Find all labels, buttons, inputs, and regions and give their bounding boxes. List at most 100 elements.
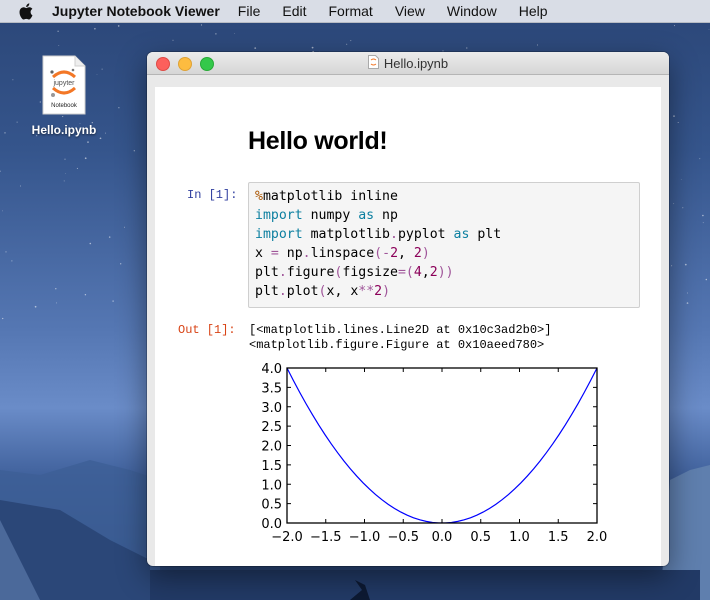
star [5, 251, 7, 253]
star [99, 137, 102, 140]
x-tick-label: 1.5 [548, 530, 569, 545]
y-tick-label: 1.5 [261, 459, 282, 474]
star [105, 132, 107, 134]
star [4, 132, 6, 134]
star [172, 39, 174, 41]
desktop-file-hello-ipynb[interactable]: jupyter Notebook Hello.ipynb [26, 55, 102, 137]
y-tick-label: 3.0 [261, 401, 282, 416]
code-line: %matplotlib inline [255, 189, 398, 204]
star [674, 25, 675, 27]
star [65, 173, 67, 174]
star [133, 150, 135, 152]
star [16, 121, 18, 123]
star [124, 226, 125, 228]
star [311, 46, 314, 49]
star [680, 178, 682, 180]
star [466, 47, 468, 49]
star [58, 45, 60, 46]
code-line: x = np.linspace(-2, 2) [255, 246, 430, 261]
star [87, 141, 89, 143]
window-title: Hello.ipynb [383, 55, 449, 71]
svg-text:Notebook: Notebook [51, 103, 78, 109]
minimize-button[interactable] [178, 57, 192, 71]
y-tick-label: 2.0 [261, 440, 282, 455]
menu-format[interactable]: Format [328, 3, 372, 19]
apple-logo-icon[interactable] [19, 2, 35, 20]
code-line: import matplotlib.pyplot as plt [255, 227, 502, 242]
star [112, 300, 114, 302]
x-tick-label: −0.5 [387, 530, 419, 545]
y-tick-label: 4.0 [261, 362, 282, 377]
star [76, 167, 78, 169]
menu-edit[interactable]: Edit [282, 3, 306, 19]
output-prompt: Out [1]: [178, 323, 236, 337]
star [56, 302, 57, 304]
y-tick-label: 0.0 [261, 517, 282, 532]
notebook-window: Hello.ipynb Hello world! In [1]: %matplo… [147, 52, 669, 566]
star [64, 158, 66, 160]
star [673, 115, 675, 117]
code-cell-input[interactable]: %matplotlib inline import numpy as np impo… [248, 182, 640, 308]
star [118, 107, 120, 109]
x-tick-label: −2.0 [271, 530, 303, 545]
svg-text:jupyter: jupyter [52, 80, 75, 87]
maximize-button[interactable] [200, 57, 214, 71]
menu-file[interactable]: File [238, 3, 261, 19]
star [702, 214, 704, 217]
jupyter-notebook-file-icon: jupyter Notebook [42, 55, 86, 115]
x-tick-label: 1.0 [509, 530, 530, 545]
star [108, 236, 111, 238]
menu-window[interactable]: Window [447, 3, 497, 19]
x-tick-label: 0.0 [432, 530, 453, 545]
series-line [286, 367, 598, 524]
close-button[interactable] [156, 57, 170, 71]
notebook-content: Hello world! In [1]: %matplotlib inline i… [155, 87, 661, 566]
menu-help[interactable]: Help [519, 3, 548, 19]
x-tick-label: 2.0 [587, 530, 607, 545]
star [686, 292, 688, 294]
star [677, 121, 679, 124]
star [12, 79, 14, 81]
x-tick-label: −1.5 [310, 530, 342, 545]
star [55, 288, 57, 290]
star [705, 278, 708, 281]
star [11, 260, 13, 262]
menu-view[interactable]: View [395, 3, 425, 19]
star [708, 28, 710, 30]
code-line: plt.plot(x, x**2) [255, 284, 391, 299]
code-text: %matplotlib inline import numpy as np impo… [249, 183, 639, 305]
star [0, 170, 1, 172]
plot-frame [286, 367, 598, 524]
y-tick-label: 0.5 [261, 498, 282, 513]
menu-app-name[interactable]: Jupyter Notebook Viewer [52, 3, 220, 19]
star [117, 25, 120, 27]
desktop-file-label: Hello.ipynb [31, 123, 97, 137]
star [684, 263, 687, 266]
notebook-document-icon [367, 54, 379, 72]
star [20, 185, 22, 187]
markdown-heading: Hello world! [248, 127, 388, 155]
star [2, 210, 3, 212]
star [94, 28, 96, 30]
star [63, 180, 65, 182]
line-chart: −2.0 −1.5 −1.0 −0.5 0.0 0.5 1.0 1.5 2.0 0.0 0.5 1.0… [261, 362, 607, 545]
star [234, 32, 236, 34]
y-tick-label: 2.5 [261, 420, 282, 435]
y-tick-label: 3.5 [261, 381, 282, 396]
star [2, 317, 4, 320]
star [254, 47, 257, 49]
code-line: plt.figure(figsize=(4,2)) [255, 265, 454, 280]
star [536, 44, 539, 46]
output-text: [<matplotlib.lines.Line2D at 0x10c3ad2b0… [249, 323, 552, 352]
star [84, 157, 87, 160]
code-line: import numpy as np [255, 208, 398, 223]
x-tick-label: −1.0 [349, 530, 381, 545]
star [57, 30, 59, 32]
star [699, 158, 701, 160]
star [673, 203, 675, 205]
star [686, 302, 689, 304]
star [34, 305, 37, 308]
menu-bar: Jupyter Notebook Viewer File Edit Format… [0, 0, 710, 23]
window-titlebar[interactable]: Hello.ipynb [147, 52, 669, 75]
star [671, 265, 673, 267]
